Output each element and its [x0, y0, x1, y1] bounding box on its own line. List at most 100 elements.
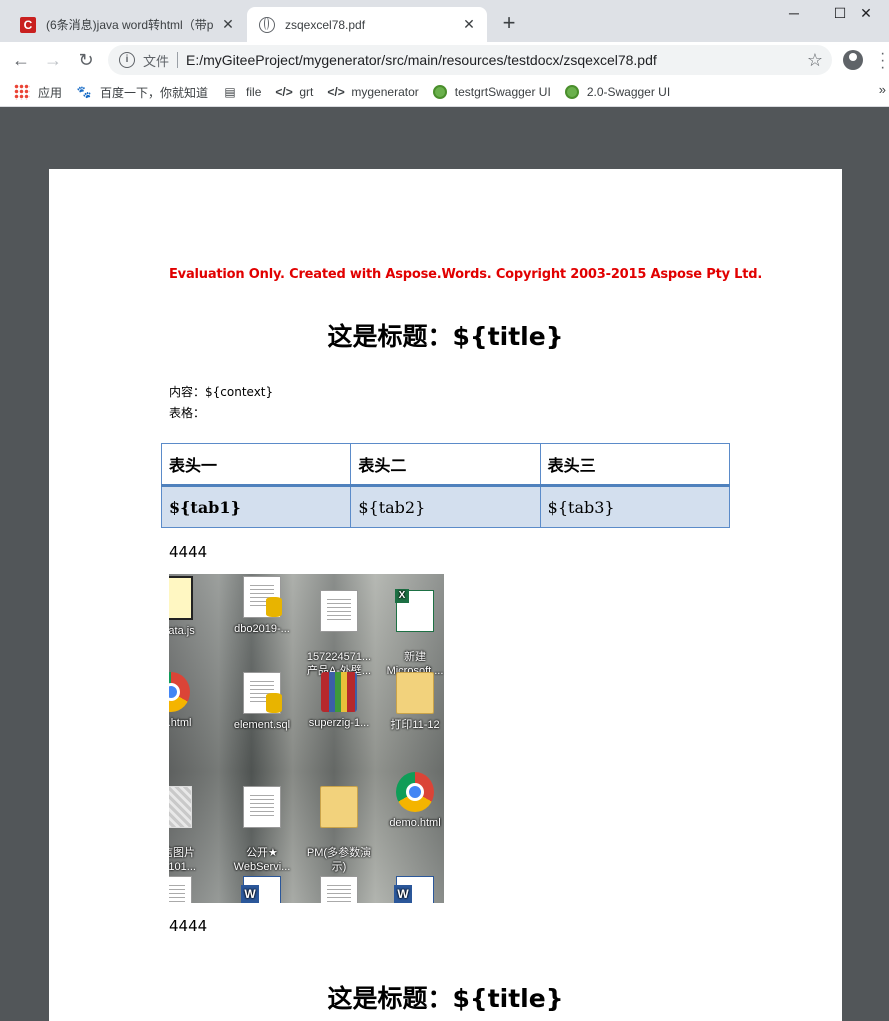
document-icon — [320, 590, 358, 632]
desktop-icon-label: superzig-1... — [308, 717, 370, 729]
desktop-icon-label: 公开★ WebServi... — [233, 847, 291, 873]
desktop-icon-label: ckdata.js — [169, 625, 195, 637]
star-icon[interactable]: ☆ — [804, 50, 826, 71]
desktop-icon: PM(多参数演 示) — [303, 772, 375, 874]
desktop-icon: 157224571... 产品A-外壁... — [303, 576, 375, 678]
sql-file-icon — [243, 576, 282, 618]
pdf-viewer[interactable]: Evaluation Only. Created with Aspose.Wor… — [0, 107, 889, 1021]
desktop-icon — [303, 876, 375, 903]
script-file-icon — [169, 576, 193, 620]
menu-icon[interactable]: · · · — [880, 46, 885, 76]
table-cell: ${tab3} — [539, 485, 731, 528]
bookmark-label: mygenerator — [351, 85, 419, 99]
excel-file-icon — [395, 589, 434, 632]
document-title: 这是标题：${title} — [327, 322, 564, 351]
table-row: ${tab1} ${tab2} ${tab3} — [160, 485, 731, 528]
pdf-page: Evaluation Only. Created with Aspose.Wor… — [49, 169, 842, 1021]
bookmark-label: grt — [299, 85, 314, 99]
divider — [177, 52, 179, 68]
profile-icon[interactable] — [843, 50, 863, 70]
tab-strip: C (6条消息)java word转html（带p ✕ zsqexcel78.p… — [0, 0, 889, 42]
bookmark-label: 应用 — [38, 85, 63, 100]
desktop-icon: 打印11-12 — [379, 672, 444, 732]
code-icon: </> — [327, 85, 345, 99]
chrome-icon — [169, 672, 190, 712]
bookmark-apps[interactable]: 应用 — [14, 84, 62, 101]
bookmark-label: testgrtSwagger UI — [454, 85, 551, 99]
new-tab-button[interactable]: + — [498, 12, 520, 35]
chrome-icon — [396, 772, 434, 812]
photo-icon — [169, 786, 192, 828]
globe-icon — [259, 16, 275, 33]
desktop-screenshot-image: ckdata.js dbo2019-... 157224571... 产品A-外… — [169, 574, 444, 903]
baidu-paw-icon: 🐾 — [76, 85, 92, 99]
tab-title: zsqexcel78.pdf — [285, 17, 366, 32]
evaluation-watermark: Evaluation Only. Created with Aspose.Wor… — [169, 267, 763, 282]
forward-button[interactable]: → — [41, 48, 65, 72]
desktop-icon-label: element.sql — [233, 719, 291, 731]
csdn-icon: C — [20, 16, 36, 33]
back-button[interactable]: ← — [9, 48, 33, 72]
desktop-icon — [226, 876, 298, 903]
table-cell: ${tab2} — [350, 485, 541, 528]
scheme-label: 文件 — [143, 53, 170, 69]
desktop-icon-label: dbo2019-... — [234, 623, 290, 635]
desktop-icon: ckdata.js — [169, 576, 209, 638]
swagger-icon — [564, 85, 579, 99]
close-icon[interactable]: ✕ — [457, 16, 481, 33]
info-icon[interactable]: i — [119, 52, 135, 68]
winrar-icon — [321, 672, 357, 712]
sql-file-icon — [243, 672, 282, 714]
bookmark-file[interactable]: ▤ file — [222, 84, 261, 100]
browser-toolbar: ← → ↻ i 文件 E:/myGiteeProject/mygenerator… — [0, 42, 889, 78]
document-table: 表头一 表头二 表头三 ${tab1} ${tab2} ${tab3} — [160, 443, 731, 528]
pdf-folder-icon — [396, 672, 434, 714]
tab-pdf[interactable]: zsqexcel78.pdf ✕ — [247, 7, 487, 42]
desktop-icon-label: PM(多参数演 示) — [306, 847, 372, 873]
desktop-icon: 公开★ WebServi... — [226, 772, 298, 874]
word-file-icon — [241, 876, 281, 903]
close-icon[interactable]: ✕ — [216, 16, 240, 33]
desktop-icon: dbo2019-... — [226, 576, 298, 636]
table-header-cell: 表头三 — [539, 443, 731, 487]
desktop-icon: 微信图片 019101... — [169, 772, 209, 874]
reload-button[interactable]: ↻ — [74, 48, 98, 72]
bookmark-testgrt-swagger[interactable]: testgrtSwagger UI — [432, 85, 551, 99]
table-header-cell: 表头一 — [160, 443, 352, 487]
document-title: 这是标题：${title} — [327, 984, 564, 1013]
desktop-icon-label: 微信图片 019101... — [169, 847, 196, 873]
bookmark-mygenerator[interactable]: </> mygenerator — [327, 84, 418, 100]
tab-title: (6条消息)java word转html（带p — [46, 18, 214, 32]
bookmarks-bar: 应用 🐾 百度一下，你就知道 ▤ file </> grt </> mygene… — [0, 78, 889, 107]
desktop-icon: demo.html — [379, 772, 444, 830]
close-window-button[interactable]: ✕ — [843, 0, 889, 28]
number-text: 4444 — [169, 543, 208, 561]
desktop-icon-label: 打印11-12 — [390, 719, 440, 731]
swagger-icon — [432, 85, 447, 99]
bookmark-grt[interactable]: </> grt — [275, 84, 313, 100]
bookmark-label: 百度一下，你就知道 — [100, 85, 209, 100]
address-bar[interactable]: i 文件 E:/myGiteeProject/mygenerator/src/m… — [108, 45, 832, 75]
bookmark-swagger-2[interactable]: 2.0-Swagger UI — [564, 85, 671, 99]
desktop-icon: element.sql — [226, 672, 298, 732]
number-text: 4444 — [169, 917, 208, 935]
table-cell: ${tab1} — [160, 485, 352, 528]
bookmark-baidu[interactable]: 🐾 百度一下，你就知道 — [76, 84, 209, 101]
tab-csdn[interactable]: C (6条消息)java word转html（带p ✕ — [8, 7, 246, 42]
table-header-row: 表头一 表头二 表头三 — [160, 443, 731, 487]
desktop-icon: eck.html — [169, 672, 207, 730]
bookmarks-overflow-button[interactable]: » — [879, 82, 886, 97]
minimize-button[interactable]: ─ — [771, 0, 817, 28]
bookmark-label: file — [246, 85, 262, 99]
folder-icon — [320, 786, 358, 828]
url-text[interactable]: E:/myGiteeProject/mygenerator/src/main/r… — [186, 52, 804, 68]
web-file-icon — [320, 876, 358, 903]
document-icon — [243, 786, 281, 828]
desktop-icon-label: eck.html — [169, 717, 192, 729]
bookmark-label: 2.0-Swagger UI — [586, 85, 671, 99]
document-icon — [169, 876, 192, 903]
desktop-icon-label: demo.html — [389, 817, 441, 829]
apps-icon — [14, 84, 30, 100]
table-label: 表格： — [169, 406, 206, 420]
desktop-icon: superzig-1... — [303, 672, 375, 730]
